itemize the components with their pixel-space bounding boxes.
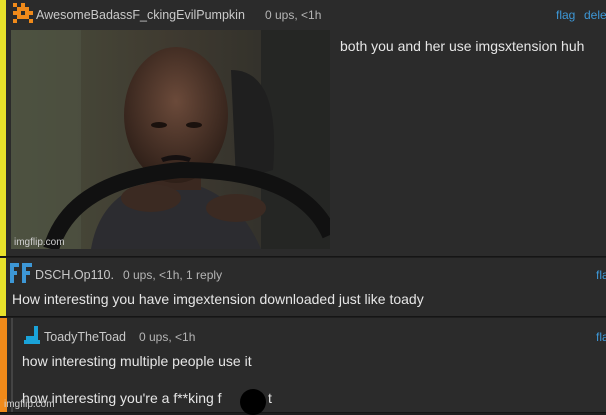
user-avatar-icon[interactable]	[24, 326, 40, 344]
comment-body-line-1: how interesting multiple people use it	[22, 353, 252, 369]
censor-blot	[240, 389, 266, 415]
username-link[interactable]: AwesomeBadassF_ckingEvilPumpkin	[36, 8, 245, 22]
thread-rail	[11, 318, 13, 412]
flag-link[interactable]: flag	[596, 268, 606, 282]
meme-image-art	[11, 30, 330, 249]
meme-image[interactable]: imgflip.com	[11, 30, 330, 249]
comment-1: AwesomeBadassF_ckingEvilPumpkin 0 ups, <…	[0, 0, 606, 257]
comment-meta: 0 ups, <1h	[139, 330, 196, 344]
page-watermark: imgflip.com	[4, 399, 55, 410]
comment-body-line-2-tail: t	[268, 390, 272, 406]
comment-2: DSCH.Op110. 0 ups, <1h, 1 reply flag How…	[0, 258, 606, 317]
comment-depth-bar	[0, 318, 7, 412]
flag-link[interactable]: flag	[556, 8, 575, 22]
flag-link[interactable]: flag	[596, 330, 606, 344]
image-watermark: imgflip.com	[14, 237, 65, 248]
comment-body: both you and her use imgsxtension huh	[340, 38, 585, 54]
comment-depth-bar	[0, 0, 6, 256]
comment-meta: 0 ups, <1h, 1 reply	[123, 268, 223, 282]
comment-body: How interesting you have imgextension do…	[12, 291, 424, 307]
username-link[interactable]: DSCH.Op110.	[35, 268, 114, 282]
delete-link[interactable]: delete	[584, 8, 606, 22]
comment-depth-bar	[0, 258, 6, 316]
user-avatar-icon[interactable]	[10, 263, 32, 283]
comment-3-reply: ToadyTheToad 0 ups, <1h flag how interes…	[0, 318, 606, 413]
user-avatar-icon[interactable]	[13, 3, 33, 23]
username-link[interactable]: ToadyTheToad	[44, 330, 126, 344]
comment-meta: 0 ups, <1h	[265, 8, 322, 22]
